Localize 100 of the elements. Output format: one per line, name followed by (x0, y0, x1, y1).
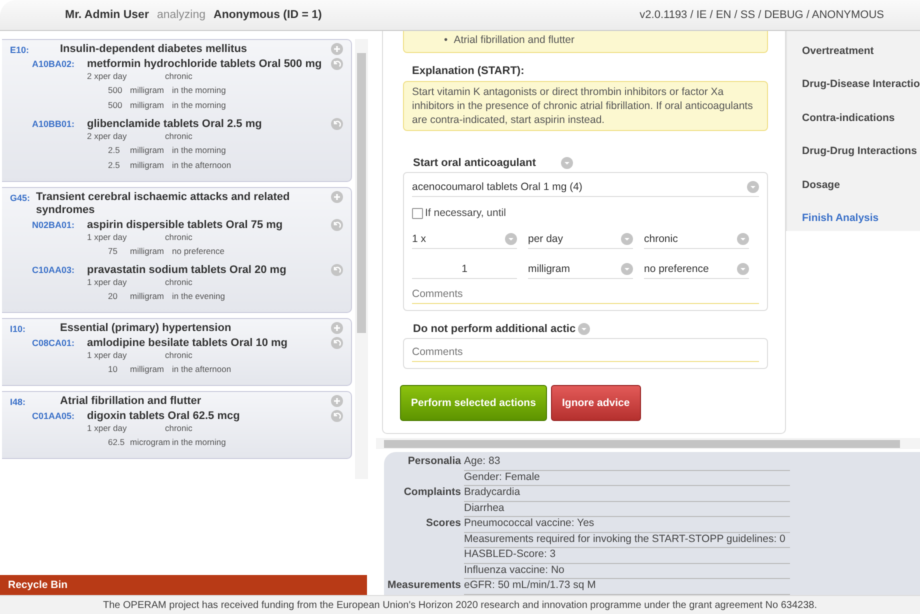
explanation-text: Start vitamin K antagonists or direct thrombin inhibitors or factor Xa inhibitors in the presence of chronic atrial fibrillation. If oral anticoagulants are contra-indicated, start aspirin instead. (403, 81, 768, 131)
nav-item[interactable]: Finish Analysis (802, 202, 920, 231)
frequency-select[interactable]: 1 x (412, 229, 517, 249)
dose-time: in the morning (172, 100, 226, 110)
nav-item[interactable]: Dosage (802, 168, 920, 202)
unit-select[interactable]: milligram (528, 259, 633, 279)
frequency-text: 1 xper day (87, 232, 128, 243)
drug-name: pravastatin sodium tablets Oral 20 mg (87, 264, 288, 276)
bullet-marker: • (444, 33, 448, 47)
patient-value: Influenza vaccine: No (464, 564, 790, 579)
diagnosis-name: Insulin-dependent diabetes mellitus (60, 43, 248, 56)
nav-item[interactable]: Contra-indications (802, 101, 920, 134)
drug-code: A10BA02: (32, 58, 76, 68)
duration-text: chronic (165, 131, 192, 142)
add-icon[interactable] (331, 191, 343, 203)
dose-unit: milligram (130, 84, 165, 94)
nav-item[interactable]: Overtreatment (802, 34, 920, 68)
drug-name: amlodipine besilate tablets Oral 10 mg (87, 336, 289, 348)
dropdown-icon[interactable] (505, 232, 517, 244)
checkbox[interactable] (412, 208, 423, 218)
dose-amount: 500 (108, 100, 124, 110)
user-name: Mr. Admin User (65, 9, 149, 21)
dose-amount: 75 (108, 246, 118, 256)
drug-code: C01AA05: (32, 410, 76, 420)
add-icon[interactable] (331, 395, 343, 407)
comments-field[interactable]: Comments (403, 338, 768, 369)
diagnosis-code: G45: (10, 192, 30, 203)
recycle-bin-bar[interactable]: Recycle Bin (0, 575, 367, 595)
period-select[interactable]: per day (528, 229, 633, 249)
undo-icon[interactable] (331, 58, 343, 70)
dose-unit: microgram (130, 436, 172, 446)
dose-unit: milligram (130, 160, 165, 170)
diagnosis-code: E10: (10, 44, 30, 55)
patient-value: Pneumococcal vaccine: Yes (464, 517, 790, 532)
dropdown-icon[interactable] (621, 232, 633, 244)
timing-select[interactable]: no preference (644, 259, 749, 279)
undo-icon[interactable] (331, 336, 343, 348)
patient-label: Personalia (408, 455, 461, 467)
collapse-icon[interactable] (561, 157, 573, 169)
dose-amount: 500 (108, 84, 124, 94)
drug-code: C08CA01: (32, 338, 76, 348)
ignore-button[interactable]: Ignore advice (551, 385, 641, 421)
collapse-icon[interactable] (578, 323, 590, 335)
dose-time: in the morning (172, 436, 226, 446)
dropdown-icon[interactable] (621, 262, 633, 274)
dose-amount: 62.5 (108, 436, 126, 446)
patient-value: HASBLED-Score: 3 (464, 548, 790, 564)
patient-label: Scores (426, 517, 461, 529)
dropdown-icon[interactable] (747, 180, 759, 192)
dropdown-icon[interactable] (737, 262, 749, 274)
nav-item[interactable]: Drug-Disease Interactio (802, 68, 920, 101)
duration-text: chronic (165, 277, 192, 288)
patient-value: Bradycardia (464, 486, 790, 502)
dose-amount: 20 (108, 290, 118, 300)
dose-amount: 2.5 (108, 144, 121, 154)
version-text: v2.0.1193 / IE / EN / SS / DEBUG / ANONYMOUS (640, 9, 884, 21)
patient-value: Gender: Female (464, 470, 790, 486)
medication-select[interactable]: acenocoumarol tablets Oral 1 mg (4) (412, 177, 759, 197)
dose-time: in the morning (172, 144, 226, 154)
checkbox-label: If necessary, until (425, 207, 506, 219)
undo-icon[interactable] (331, 264, 343, 276)
scrollbar[interactable] (355, 39, 368, 479)
action-title: Do not perform additional actic (413, 323, 576, 335)
patient-name: Anonymous (ID = 1) (214, 9, 322, 21)
status-text: analyzing (156, 9, 206, 21)
dose-unit: milligram (130, 100, 165, 110)
frequency-text: 1 xper day (87, 350, 128, 361)
patient-label: Measurements (387, 579, 461, 591)
nav-item[interactable]: Drug-Drug Interactions (802, 134, 920, 168)
diagnosis-name: Essential (primary) hypertension (60, 322, 232, 335)
drug-name: metformin hydrochloride tablets Oral 500 mg (87, 58, 323, 70)
scrollbar[interactable] (376, 438, 920, 449)
drug-code: N02BA01: (32, 220, 76, 230)
patient-value: Measurements required for invoking the START-STOPP guidelines: 0 (464, 532, 790, 548)
add-icon[interactable] (331, 322, 343, 334)
dose-time: in the morning (172, 84, 226, 94)
dose-time: in the afternoon (172, 160, 232, 170)
section-title: Explanation (START): (411, 65, 526, 77)
undo-icon[interactable] (331, 118, 343, 130)
dose-time: in the afternoon (172, 364, 232, 374)
duration-select[interactable]: chronic (644, 229, 749, 249)
diagnosis-name: Atrial fibrillation and flutter (60, 395, 202, 408)
frequency-text: 1 xper day (87, 423, 128, 434)
drug-code: C10AA03: (32, 264, 76, 274)
dose-amount: 10 (108, 364, 118, 374)
dropdown-icon[interactable] (737, 232, 749, 244)
comments-field[interactable]: Comments (412, 285, 759, 304)
add-icon[interactable] (331, 43, 343, 55)
diagnosis-code: I10: (10, 323, 27, 334)
dose-unit: milligram (130, 144, 165, 154)
duration-text: chronic (165, 71, 192, 82)
duration-text: chronic (165, 423, 192, 434)
drug-name: digoxin tablets Oral 62.5 mcg (87, 410, 241, 422)
duration-text: chronic (165, 232, 192, 243)
dose-unit: milligram (130, 364, 165, 374)
diagnosis-code: I48: (10, 396, 27, 407)
amount-field[interactable]: 1 (412, 259, 517, 279)
undo-icon[interactable] (331, 218, 343, 230)
dose-time: no preference (172, 246, 224, 256)
undo-icon[interactable] (331, 410, 343, 422)
